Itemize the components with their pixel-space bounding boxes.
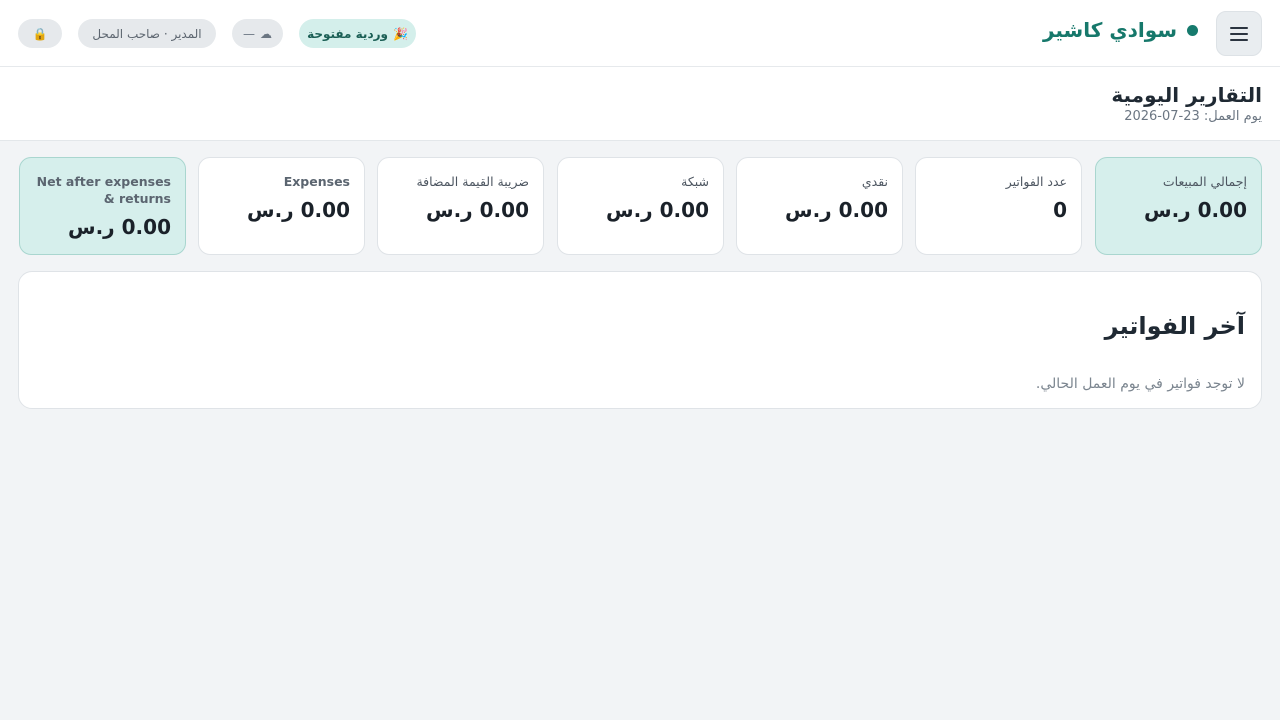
stat-label: شبكة xyxy=(681,174,709,189)
stat-value: 0 xyxy=(1053,198,1067,222)
lock-icon: 🔒 xyxy=(32,26,48,41)
user-badge-label: المدير · صاحب المحل xyxy=(92,26,202,41)
menu-button[interactable] xyxy=(1216,11,1262,56)
brand: سوادي كاشير xyxy=(1043,18,1198,42)
business-day-label: يوم العمل: xyxy=(1203,109,1262,124)
stat-card-network: شبكة 0.00 ر.س xyxy=(557,157,724,255)
empty-state-text: لا توجد فواتير في يوم العمل الحالي. xyxy=(1035,376,1245,392)
stat-card-invoice-count: عدد الفواتير 0 xyxy=(915,157,1082,255)
sync-status-badge[interactable]: ☁ — xyxy=(232,19,283,48)
user-badge[interactable]: المدير · صاحب المحل xyxy=(78,19,216,48)
cloud-icon: ☁ xyxy=(260,26,272,41)
status-dot-icon xyxy=(1187,24,1198,36)
stat-card-cash: نقدي 0.00 ر.س xyxy=(736,157,903,255)
stat-value: 0.00 ر.س xyxy=(425,198,529,222)
latest-invoices-panel: آخر الفواتير لا توجد فواتير في يوم العمل… xyxy=(18,271,1262,409)
lock-button[interactable]: 🔒 xyxy=(18,19,62,48)
party-icon: 🎉 xyxy=(392,26,408,41)
stat-label: نقدي xyxy=(861,174,888,189)
shift-status-label: وردية مفتوحة xyxy=(307,26,388,41)
page-header: التقارير اليومية يوم العمل: 2026-07-23 xyxy=(0,67,1280,141)
stat-value: 0.00 ر.س xyxy=(784,198,888,222)
shift-status-badge[interactable]: 🎉 وردية مفتوحة xyxy=(299,19,416,48)
stat-label: ضريبة القيمة المضافة xyxy=(416,174,529,189)
stat-card-total-sales: إجمالي المبيعات 0.00 ر.س xyxy=(1095,157,1262,255)
latest-invoices-title: آخر الفواتير xyxy=(1104,312,1245,340)
business-day-value: 2026-07-23 xyxy=(1124,109,1200,124)
stat-value: 0.00 ر.س xyxy=(605,198,709,222)
stat-value: 0.00 ر.س xyxy=(67,215,171,239)
business-day: يوم العمل: 2026-07-23 xyxy=(1124,109,1262,124)
brand-title: سوادي كاشير xyxy=(1042,18,1177,42)
stat-label: عدد الفواتير xyxy=(1005,174,1067,189)
stat-card-vat: ضريبة القيمة المضافة 0.00 ر.س xyxy=(377,157,544,255)
stat-label: Net after expenses & returns xyxy=(36,174,171,206)
sync-status-label: — xyxy=(243,26,255,41)
stat-label: إجمالي المبيعات xyxy=(1162,174,1247,189)
page-title: التقارير اليومية xyxy=(1111,83,1262,107)
top-bar: سوادي كاشير 🎉 وردية مفتوحة ☁ — المدير · … xyxy=(0,0,1280,67)
stat-label: Expenses xyxy=(283,174,350,189)
hamburger-menu-icon xyxy=(1230,26,1248,41)
stat-card-expenses: Expenses 0.00 ر.س xyxy=(198,157,365,255)
stat-card-net: Net after expenses & returns 0.00 ر.س xyxy=(19,157,186,255)
stat-value: 0.00 ر.س xyxy=(1143,198,1247,222)
stat-value: 0.00 ر.س xyxy=(246,198,350,222)
